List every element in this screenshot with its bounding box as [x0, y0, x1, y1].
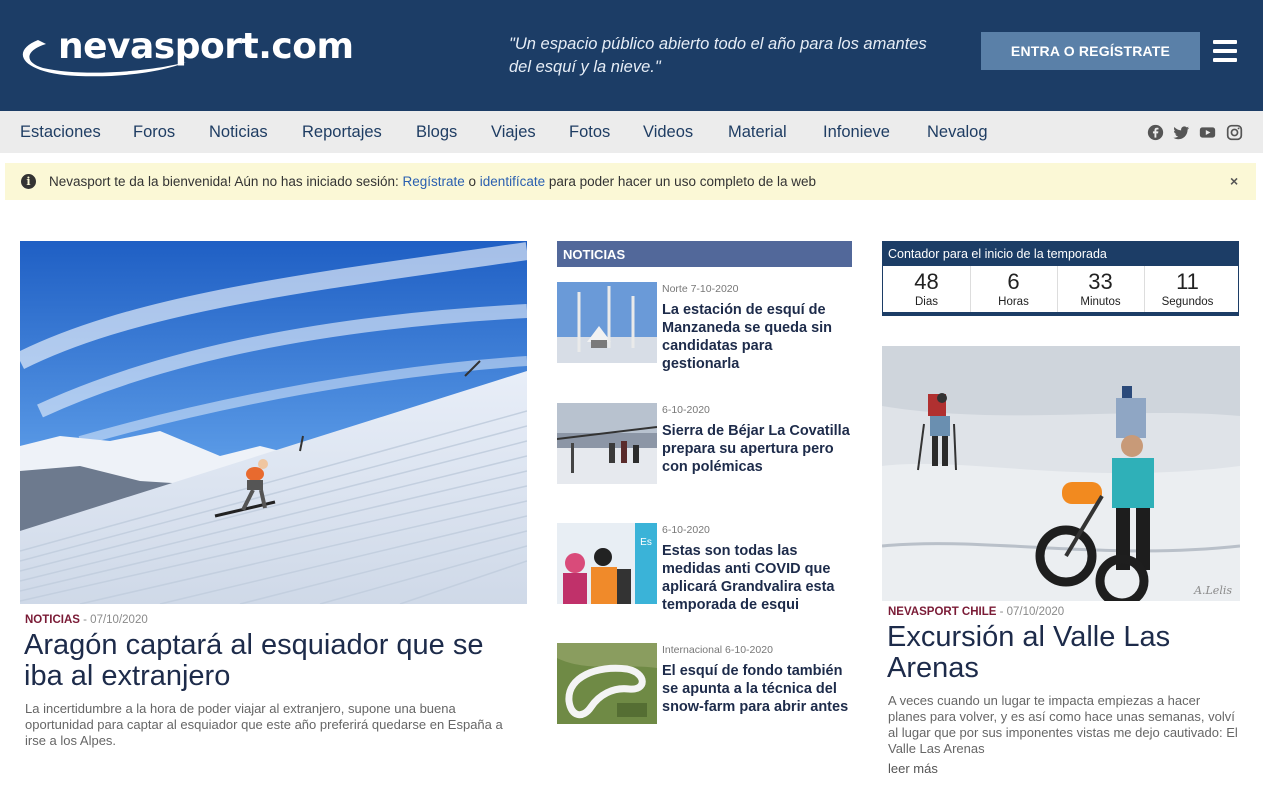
- photo-watermark: A.Lelis: [1193, 584, 1232, 597]
- side-article-category[interactable]: NEVASPORT CHILE: [888, 606, 996, 618]
- main-nav: Estaciones Foros Noticias Reportajes Blo…: [0, 111, 1263, 153]
- news-item-thumbnail[interactable]: [557, 403, 657, 484]
- countdown-minutes-label: Minutos: [1080, 296, 1121, 308]
- login-register-button[interactable]: ENTRA O REGÍSTRATE: [981, 32, 1200, 70]
- instagram-icon[interactable]: [1226, 124, 1243, 141]
- notice-text-after: para poder hacer un uso completo de la w…: [545, 174, 817, 189]
- news-item-title[interactable]: Sierra de Béjar La Covatilla prepara su …: [662, 422, 852, 476]
- countdown-minutes: 33 Minutos: [1057, 269, 1144, 309]
- logo-text: nevasport.com: [58, 26, 354, 67]
- news-item-title[interactable]: La estación de esquí de Manzaneda se que…: [662, 301, 852, 373]
- nav-item-blogs[interactable]: Blogs: [416, 123, 457, 142]
- countdown-days: 48 Dias: [883, 269, 970, 309]
- hero-article-description: La incertidumbre a la hora de poder viaj…: [25, 701, 503, 748]
- nav-item-viajes[interactable]: Viajes: [491, 123, 536, 142]
- countdown-seconds-label: Segundos: [1161, 296, 1214, 308]
- countdown-title: Contador para el inicio de la temporada: [883, 242, 1238, 266]
- countdown-seconds: 11 Segundos: [1144, 269, 1231, 309]
- info-icon: i: [21, 174, 36, 189]
- countdown-hours-value: 6: [1007, 269, 1020, 294]
- countdown-seconds-value: 11: [1176, 269, 1199, 294]
- news-item[interactable]: Es 6-10-2020 Estas son todas las medidas…: [557, 523, 852, 618]
- news-item-meta: Norte 7-10-2020: [662, 283, 739, 295]
- hero-article-meta: NOTICIAS - 07/10/2020: [25, 614, 148, 626]
- notice-text-before: Nevasport te da la bienvenida! Aún no ha…: [49, 174, 403, 189]
- countdown-days-label: Dias: [914, 296, 938, 308]
- side-article-description: A veces cuando un lugar te impacta empie…: [888, 693, 1238, 756]
- news-item-meta: 6-10-2020: [662, 524, 710, 536]
- news-item[interactable]: Internacional 6-10-2020 El esquí de fond…: [557, 643, 852, 738]
- countdown-minutes-value: 33: [1088, 269, 1113, 294]
- twitter-icon[interactable]: [1173, 124, 1190, 141]
- news-item-thumbnail[interactable]: [557, 282, 657, 363]
- hero-article-category[interactable]: NOTICIAS: [25, 614, 80, 626]
- news-item-thumbnail[interactable]: [557, 643, 657, 724]
- news-section-header[interactable]: NOTICIAS: [557, 241, 852, 267]
- identify-link[interactable]: identifícate: [480, 174, 545, 189]
- hero-article-title[interactable]: Aragón captará al esquiador que se iba a…: [24, 630, 524, 692]
- facebook-icon[interactable]: [1147, 124, 1164, 141]
- side-article-meta: NEVASPORT CHILE - 07/10/2020: [888, 606, 1064, 618]
- read-more-link[interactable]: leer más: [888, 761, 938, 776]
- nav-item-fotos[interactable]: Fotos: [569, 123, 610, 142]
- notice-text: Nevasport te da la bienvenida! Aún no ha…: [49, 174, 816, 189]
- hero-article-date: - 07/10/2020: [79, 614, 148, 626]
- site-tagline: "Un espacio público abierto todo el año …: [509, 35, 927, 76]
- hero-article-image[interactable]: [20, 241, 527, 604]
- side-article-title[interactable]: Excursión al Valle Las Arenas: [887, 622, 1237, 684]
- news-item-thumbnail[interactable]: Es: [557, 523, 657, 604]
- welcome-notice: i Nevasport te da la bienvenida! Aún no …: [5, 163, 1256, 200]
- youtube-icon[interactable]: [1199, 124, 1216, 141]
- news-item[interactable]: Norte 7-10-2020 La estación de esquí de …: [557, 282, 852, 377]
- news-item-meta: 6-10-2020: [662, 404, 710, 416]
- svg-text:Es: Es: [640, 537, 652, 548]
- countdown-hours-label: Horas: [998, 296, 1029, 308]
- countdown-hours: 6 Horas: [970, 269, 1057, 309]
- nav-item-foros[interactable]: Foros: [133, 123, 175, 142]
- news-item[interactable]: 6-10-2020 Sierra de Béjar La Covatilla p…: [557, 403, 852, 498]
- nav-item-videos[interactable]: Videos: [643, 123, 693, 142]
- countdown-days-value: 48: [914, 269, 939, 294]
- hamburger-menu-icon[interactable]: [1213, 40, 1237, 62]
- close-icon[interactable]: ×: [1230, 173, 1238, 189]
- nav-item-reportajes[interactable]: Reportajes: [302, 123, 382, 142]
- season-countdown: Contador para el inicio de la temporada …: [882, 241, 1239, 316]
- site-header: nevasport.com "Un espacio público abiert…: [0, 0, 1263, 111]
- notice-text-or: o: [464, 174, 480, 189]
- side-article-image[interactable]: A.Lelis: [882, 346, 1240, 601]
- news-item-title[interactable]: Estas son todas las medidas anti COVID q…: [662, 542, 852, 614]
- news-item-meta: Internacional 6-10-2020: [662, 644, 773, 656]
- nav-item-noticias[interactable]: Noticias: [209, 123, 268, 142]
- nav-item-material[interactable]: Material: [728, 123, 787, 142]
- nav-item-infonieve[interactable]: Infonieve: [823, 123, 890, 142]
- nav-item-estaciones[interactable]: Estaciones: [20, 123, 101, 142]
- news-item-title[interactable]: El esquí de fondo también se apunta a la…: [662, 662, 852, 716]
- register-link[interactable]: Regístrate: [403, 174, 465, 189]
- site-logo[interactable]: nevasport.com: [18, 22, 354, 82]
- side-article-date: - 07/10/2020: [996, 606, 1065, 618]
- nav-item-nevalog[interactable]: Nevalog: [927, 123, 988, 142]
